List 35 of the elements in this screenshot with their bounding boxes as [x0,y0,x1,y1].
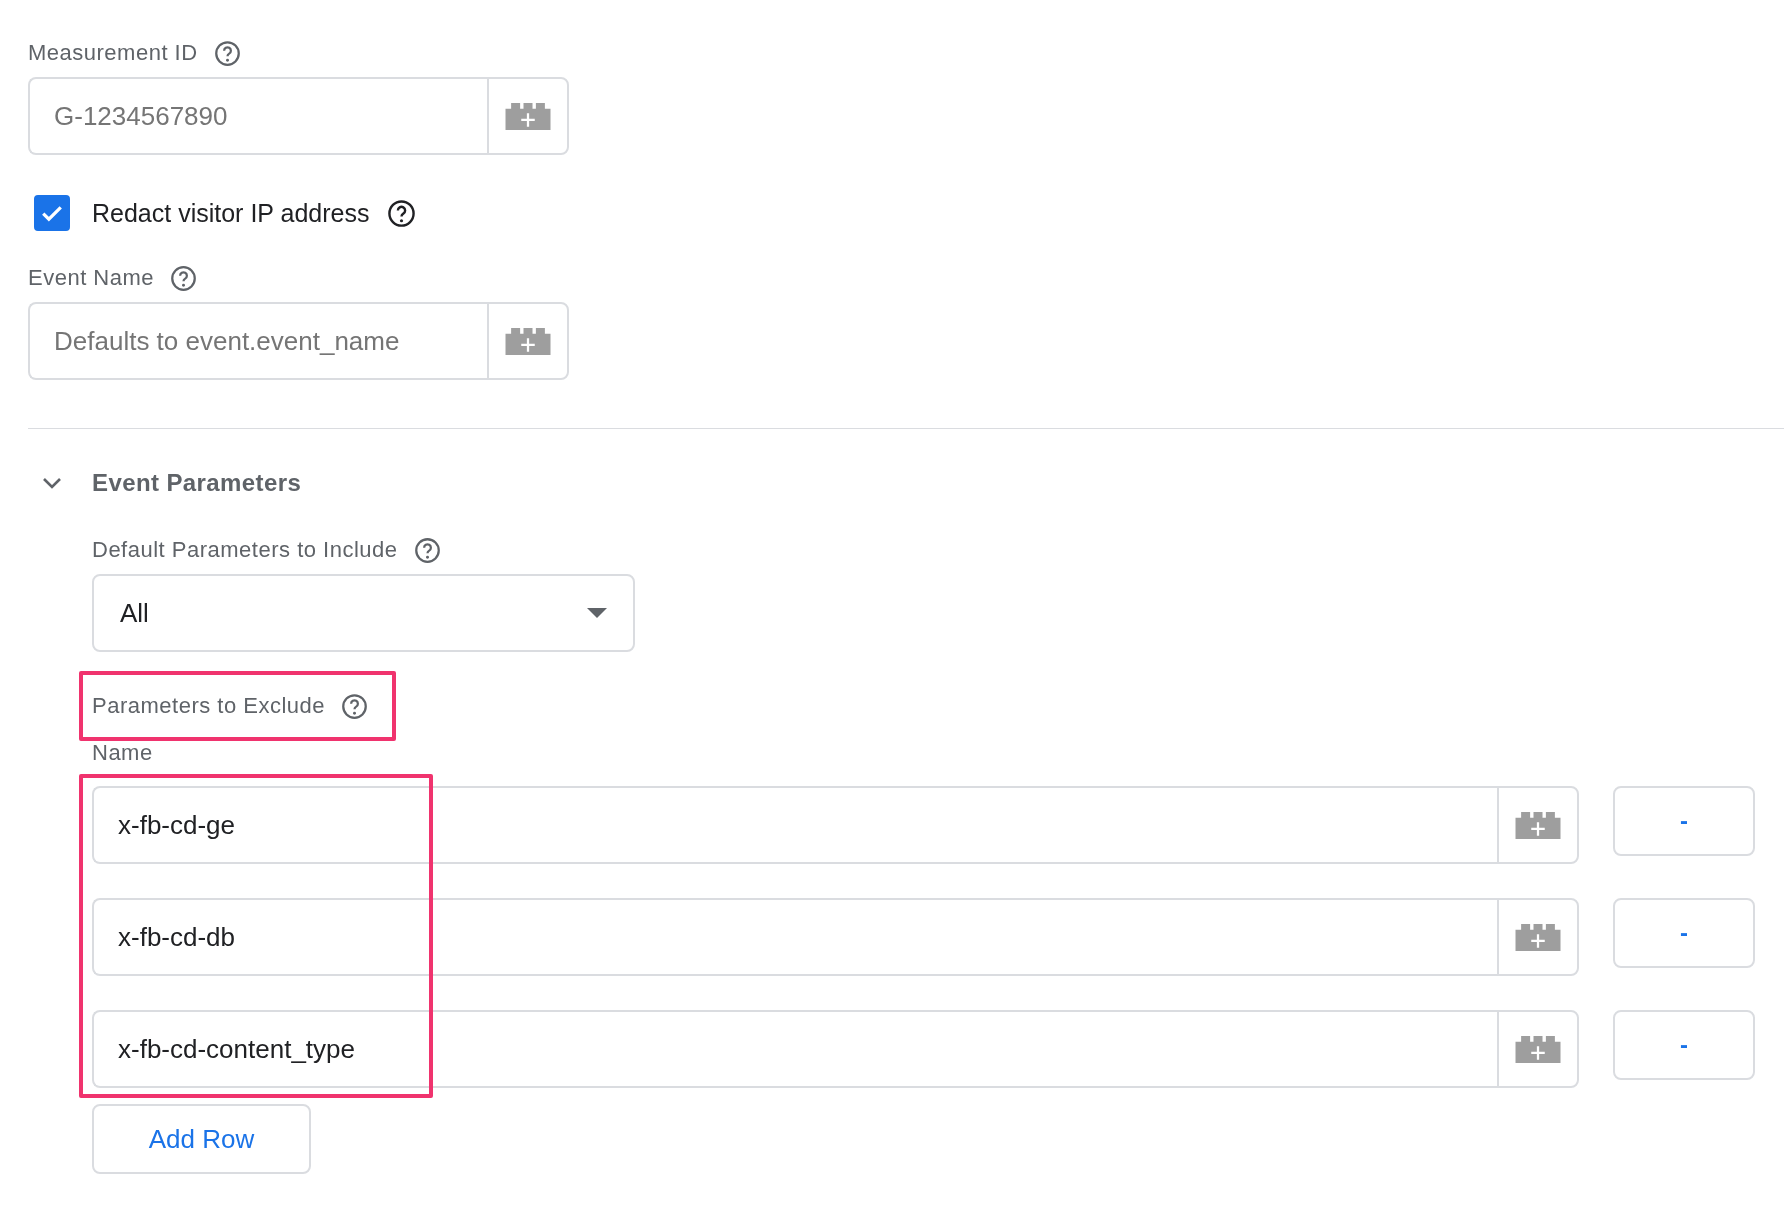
brick-plus-icon [505,102,551,130]
input-field[interactable]: Defaults to event.event_name [28,302,487,380]
input-field[interactable]: x-fb-cd-ge [92,786,1497,864]
chevron-icon[interactable] [42,477,62,489]
field-label: Parameters to Exclude [92,693,326,719]
brick-plus-icon [1515,923,1561,951]
input-field[interactable]: x-fb-cd-db [92,898,1497,976]
checkbox-label: Redact visitor IP address [92,198,370,228]
variable-button[interactable] [487,77,569,155]
remove-row-button[interactable]: - [1613,898,1755,968]
variable-button[interactable] [1497,1010,1579,1088]
checkbox[interactable] [34,195,70,231]
brick-plus-icon [1515,811,1561,839]
add-row-button[interactable]: Add Row [92,1104,311,1174]
variable-button[interactable] [1497,786,1579,864]
brick-plus-icon [505,327,551,355]
caret-icon [587,608,607,618]
variable-button[interactable] [487,302,569,380]
remove-row-button[interactable]: - [1613,786,1755,856]
help-icon[interactable] [341,692,369,720]
field-label: Default Parameters to Include [92,537,398,563]
section-title[interactable]: Event Parameters [92,469,302,497]
input-field[interactable]: x-fb-cd-content_type [92,1010,1497,1088]
help-icon[interactable] [413,536,441,564]
field-label: Event Name [28,265,155,291]
help-icon[interactable] [213,39,241,67]
variable-button[interactable] [1497,898,1579,976]
field-label: Measurement ID [28,40,198,66]
remove-row-button[interactable]: - [1613,1010,1755,1080]
help-icon[interactable] [170,264,198,292]
dropdown[interactable]: All [92,574,635,652]
brick-plus-icon [1515,1035,1561,1063]
input-field[interactable]: G-1234567890 [28,77,487,155]
help-icon[interactable] [387,198,417,228]
column-header: Name [92,740,153,766]
